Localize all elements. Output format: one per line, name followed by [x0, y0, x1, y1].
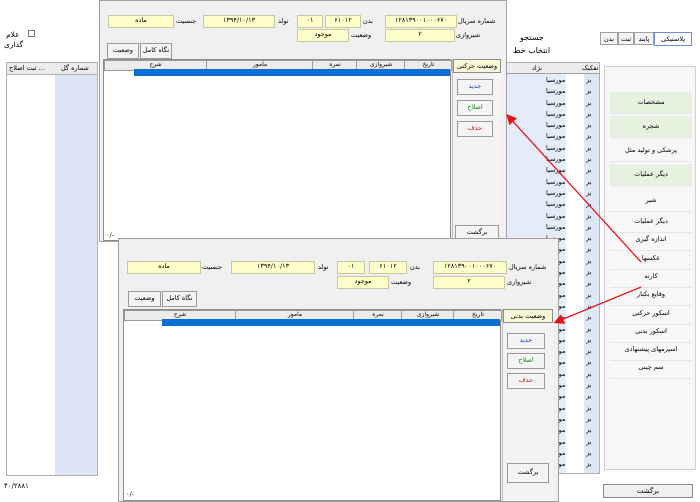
arrow-to-locomotion-dialog	[506, 114, 642, 263]
annotation-arrows	[506, 114, 642, 324]
arrow-to-body-dialog	[553, 286, 642, 324]
